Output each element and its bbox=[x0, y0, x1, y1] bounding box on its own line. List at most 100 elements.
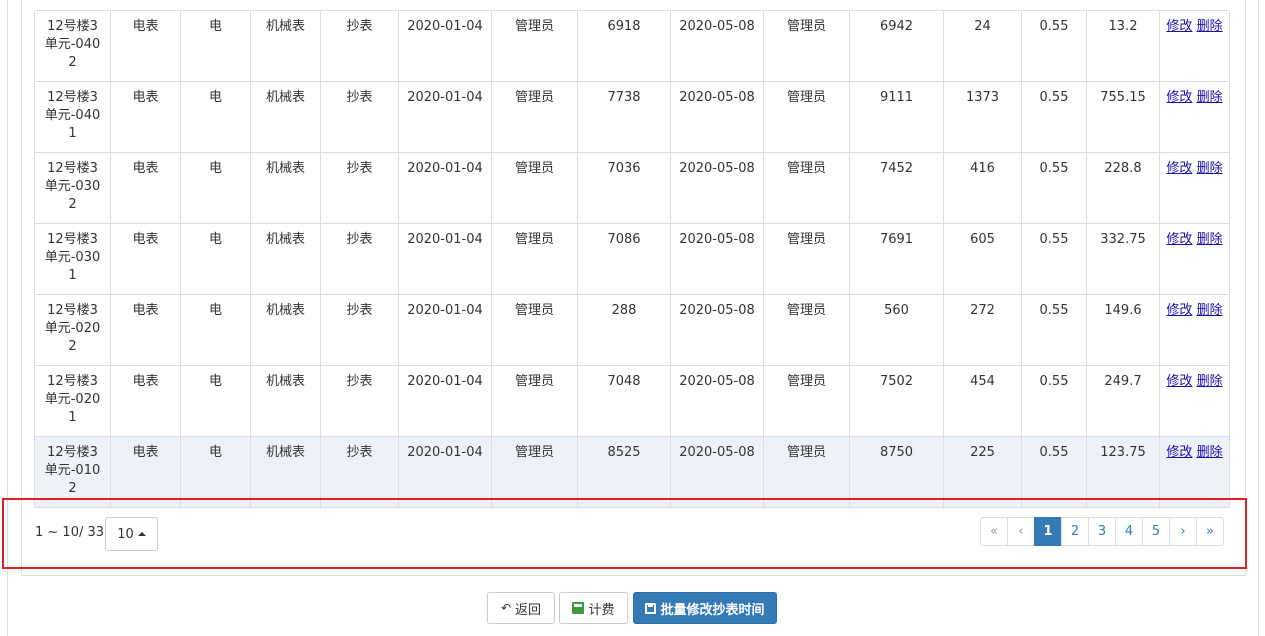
usage-cell: 1373 bbox=[943, 81, 1022, 153]
prev-operator-cell: 管理员 bbox=[491, 294, 578, 366]
prev-date-cell: 2020-01-04 bbox=[398, 294, 492, 366]
energy-cell: 电 bbox=[180, 152, 251, 224]
method-cell: 抄表 bbox=[320, 223, 399, 295]
prev-operator-cell: 管理员 bbox=[491, 223, 578, 295]
cur-reading-cell: 7502 bbox=[849, 365, 944, 437]
prev-date-cell: 2020-01-04 bbox=[398, 365, 492, 437]
room-cell: 12号楼3单元-0302 bbox=[34, 152, 111, 224]
prev-date-cell: 2020-01-04 bbox=[398, 436, 492, 508]
bill-button[interactable]: 计费 bbox=[559, 592, 628, 624]
price-cell: 0.55 bbox=[1021, 436, 1087, 508]
meter-type-cell: 电表 bbox=[110, 294, 181, 366]
amount-cell: 249.7 bbox=[1086, 365, 1160, 437]
prev-reading-cell: 288 bbox=[577, 294, 671, 366]
prev-date-cell: 2020-01-04 bbox=[398, 223, 492, 295]
room-cell: 12号楼3单元-0102 bbox=[34, 436, 111, 508]
cur-reading-cell: 7691 bbox=[849, 223, 944, 295]
meter-type-cell: 电表 bbox=[110, 223, 181, 295]
prev-reading-cell: 7086 bbox=[577, 223, 671, 295]
room-cell: 12号楼3单元-0401 bbox=[34, 81, 111, 153]
back-button-label: 返回 bbox=[515, 602, 542, 618]
meter-kind-cell: 机械表 bbox=[250, 436, 321, 508]
edit-link[interactable]: 修改 bbox=[1166, 90, 1192, 105]
prev-operator-cell: 管理员 bbox=[491, 10, 578, 82]
cur-date-cell: 2020-05-08 bbox=[670, 365, 764, 437]
delete-link[interactable]: 删除 bbox=[1197, 374, 1223, 389]
prev-operator-cell: 管理员 bbox=[491, 365, 578, 437]
cur-operator-cell: 管理员 bbox=[763, 81, 850, 153]
prev-date-cell: 2020-01-04 bbox=[398, 152, 492, 224]
cur-date-cell: 2020-05-08 bbox=[670, 223, 764, 295]
meter-kind-cell: 机械表 bbox=[250, 81, 321, 153]
edit-link[interactable]: 修改 bbox=[1166, 445, 1192, 460]
energy-cell: 电 bbox=[180, 10, 251, 82]
prev-date-cell: 2020-01-04 bbox=[398, 10, 492, 82]
delete-link[interactable]: 删除 bbox=[1197, 303, 1223, 318]
cur-date-cell: 2020-05-08 bbox=[670, 81, 764, 153]
room-cell: 12号楼3单元-0402 bbox=[34, 10, 111, 82]
usage-cell: 416 bbox=[943, 152, 1022, 224]
meter-type-cell: 电表 bbox=[110, 365, 181, 437]
price-cell: 0.55 bbox=[1021, 81, 1087, 153]
cur-reading-cell: 9111 bbox=[849, 81, 944, 153]
edit-link[interactable]: 修改 bbox=[1166, 161, 1192, 176]
prev-operator-cell: 管理员 bbox=[491, 436, 578, 508]
edit-link[interactable]: 修改 bbox=[1166, 232, 1192, 247]
edit-link[interactable]: 修改 bbox=[1166, 19, 1192, 34]
batch-edit-button-label: 批量修改抄表时间 bbox=[660, 602, 765, 618]
cur-date-cell: 2020-05-08 bbox=[670, 10, 764, 82]
room-cell: 12号楼3单元-0301 bbox=[34, 223, 111, 295]
room-cell: 12号楼3单元-0202 bbox=[34, 294, 111, 366]
energy-cell: 电 bbox=[180, 294, 251, 366]
cur-operator-cell: 管理员 bbox=[763, 294, 850, 366]
prev-reading-cell: 8525 bbox=[577, 436, 671, 508]
delete-link[interactable]: 删除 bbox=[1197, 19, 1223, 34]
price-cell: 0.55 bbox=[1021, 365, 1087, 437]
operations-cell: 修改 删除 bbox=[1159, 152, 1230, 224]
prev-reading-cell: 6918 bbox=[577, 10, 671, 82]
cur-reading-cell: 7452 bbox=[849, 152, 944, 224]
table-row: 12号楼3单元-0102 电表电机械表 抄表 2020-01-04 管理员 8525 202… bbox=[34, 436, 1230, 508]
meter-type-cell: 电表 bbox=[110, 81, 181, 153]
amount-cell: 332.75 bbox=[1086, 223, 1160, 295]
delete-link[interactable]: 删除 bbox=[1197, 161, 1223, 176]
method-cell: 抄表 bbox=[320, 81, 399, 153]
energy-cell: 电 bbox=[180, 436, 251, 508]
cur-operator-cell: 管理员 bbox=[763, 365, 850, 437]
method-cell: 抄表 bbox=[320, 436, 399, 508]
delete-link[interactable]: 删除 bbox=[1197, 445, 1223, 460]
cur-operator-cell: 管理员 bbox=[763, 152, 850, 224]
delete-link[interactable]: 删除 bbox=[1197, 232, 1223, 247]
floppy-save-icon bbox=[645, 602, 657, 614]
prev-date-cell: 2020-01-04 bbox=[398, 81, 492, 153]
table-row: 12号楼3单元-0401 电表电机械表 抄表 2020-01-04 管理员 7738 202… bbox=[34, 81, 1230, 153]
cur-reading-cell: 560 bbox=[849, 294, 944, 366]
usage-cell: 225 bbox=[943, 436, 1022, 508]
energy-cell: 电 bbox=[180, 365, 251, 437]
meter-kind-cell: 机械表 bbox=[250, 10, 321, 82]
action-bar: ↶ 返回 计费 批量修改抄表时间 bbox=[0, 592, 1265, 624]
reply-arrow-icon: ↶ bbox=[500, 601, 512, 615]
cur-operator-cell: 管理员 bbox=[763, 10, 850, 82]
batch-edit-reading-time-button[interactable]: 批量修改抄表时间 bbox=[633, 592, 777, 624]
energy-cell: 电 bbox=[180, 223, 251, 295]
edit-link[interactable]: 修改 bbox=[1166, 374, 1192, 389]
back-button[interactable]: ↶ 返回 bbox=[487, 592, 555, 624]
cur-operator-cell: 管理员 bbox=[763, 436, 850, 508]
method-cell: 抄表 bbox=[320, 365, 399, 437]
amount-cell: 755.15 bbox=[1086, 81, 1160, 153]
prev-operator-cell: 管理员 bbox=[491, 81, 578, 153]
calculator-icon bbox=[572, 602, 585, 614]
prev-reading-cell: 7036 bbox=[577, 152, 671, 224]
operations-cell: 修改 删除 bbox=[1159, 10, 1230, 82]
table-row: 12号楼3单元-0402 电表电机械表 抄表 2020-01-04 管理员 6918 202… bbox=[34, 10, 1230, 82]
prev-operator-cell: 管理员 bbox=[491, 152, 578, 224]
bill-button-label: 计费 bbox=[588, 602, 615, 618]
delete-link[interactable]: 删除 bbox=[1197, 90, 1223, 105]
operations-cell: 修改 删除 bbox=[1159, 223, 1230, 295]
amount-cell: 149.6 bbox=[1086, 294, 1160, 366]
meter-kind-cell: 机械表 bbox=[250, 294, 321, 366]
edit-link[interactable]: 修改 bbox=[1166, 303, 1192, 318]
amount-cell: 13.2 bbox=[1086, 10, 1160, 82]
cur-reading-cell: 6942 bbox=[849, 10, 944, 82]
